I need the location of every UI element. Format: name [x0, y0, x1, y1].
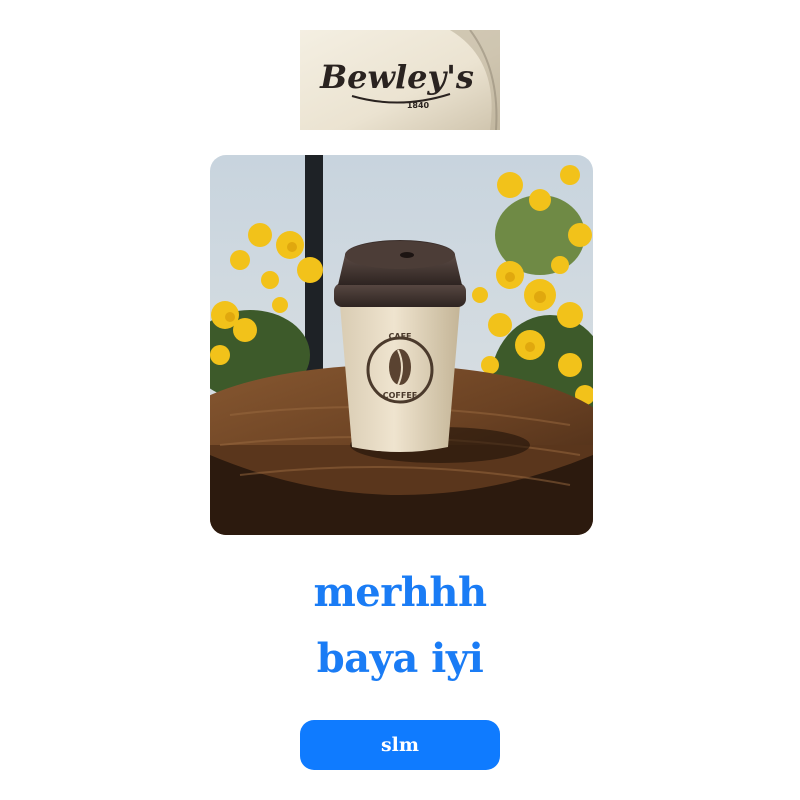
- cup-text-bottom: COFFEE: [383, 391, 418, 400]
- headline-line-1: merhhh: [313, 569, 487, 616]
- slm-button[interactable]: slm: [300, 720, 500, 770]
- brand-logo-image: Bewley's 1840: [300, 30, 500, 130]
- logo-brand-text: Bewley's: [319, 58, 474, 96]
- headline-line-2: baya iyi: [316, 635, 484, 682]
- logo-year-text: 1840: [407, 101, 430, 110]
- coffee-cup-photo: CAFE COFFEE: [210, 155, 593, 535]
- cup-text-top: CAFE: [389, 332, 412, 341]
